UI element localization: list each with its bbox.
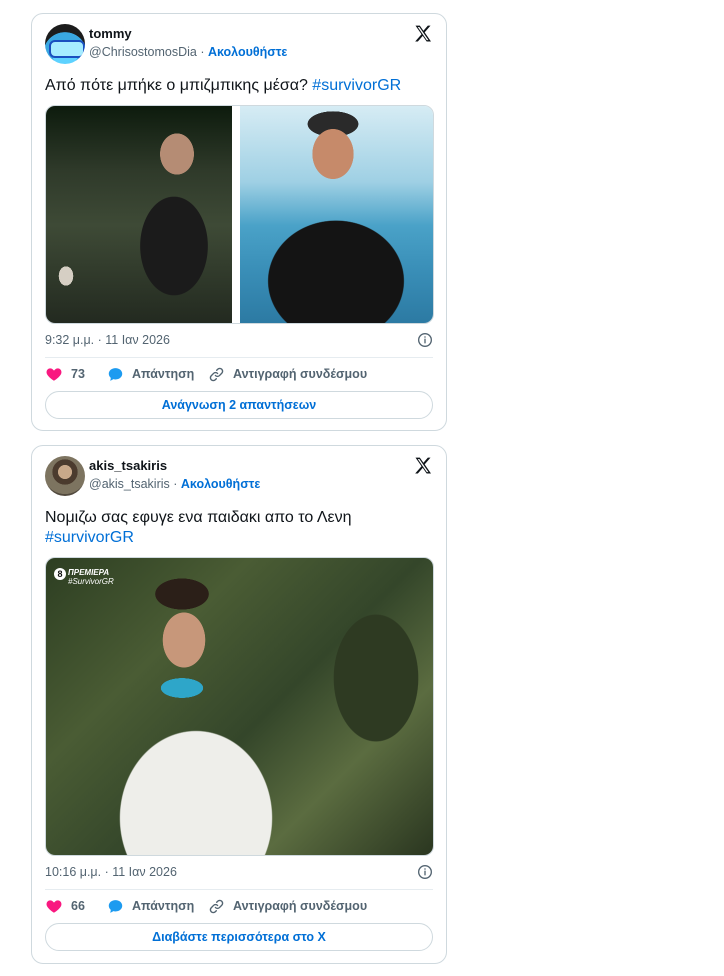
separator: · — [169, 477, 181, 491]
handle[interactable]: @akis_tsakiris — [89, 477, 170, 491]
handle-row: @akis_tsakiris · Ακολουθήστε — [89, 477, 260, 491]
divider — [45, 889, 433, 890]
info-icon[interactable] — [417, 332, 433, 348]
photo-portrait[interactable] — [240, 106, 433, 323]
action-bar: 73 Απάντηση Αντιγραφή συνδέσμου — [45, 364, 433, 384]
link-icon — [209, 367, 224, 381]
tweet-card: akis_tsakiris @akis_tsakiris · Ακολουθήσ… — [31, 445, 447, 964]
tweet-header: akis_tsakiris @akis_tsakiris · Ακολουθήσ… — [45, 456, 433, 498]
display-name[interactable]: tommy — [89, 26, 132, 41]
tweet-text: Νομιζω σας εφυγε ενα παιδακι απο το Λενη… — [45, 508, 433, 548]
photo-gap — [232, 106, 240, 323]
copy-link-label: Αντιγραφή συνδέσμου — [233, 899, 368, 913]
read-replies-button[interactable]: Ανάγνωση 2 απαντήσεων — [45, 391, 433, 419]
tweet-body: Νομιζω σας εφυγε ενα παιδακι απο το Λενη — [45, 509, 352, 526]
tweet-media[interactable] — [45, 105, 434, 324]
x-logo-icon[interactable] — [413, 24, 433, 44]
like-button[interactable]: 66 — [45, 896, 85, 916]
premiere-label: ΠΡΕΜΙΕΡΑ — [68, 568, 110, 577]
like-count: 73 — [71, 367, 85, 381]
hashtag-link[interactable]: #survivorGR — [312, 77, 401, 94]
cta-label: Διαβάστε περισσότερα στο X — [152, 930, 326, 944]
info-icon[interactable] — [417, 864, 433, 880]
channel-logo: 8 — [54, 568, 66, 580]
reply-label: Απάντηση — [132, 367, 195, 381]
like-count: 66 — [71, 899, 85, 913]
tweet-header: tommy @ChrisostomosDia · Ακολουθήστε — [45, 24, 433, 66]
timestamp[interactable]: 9:32 μ.μ. · 11 Ιαν 2026 — [45, 333, 170, 347]
reply-label: Απάντηση — [132, 899, 195, 913]
separator: · — [196, 45, 208, 59]
reply-button[interactable]: Απάντηση — [107, 896, 194, 916]
tweet-media[interactable]: 8 ΠΡΕΜΙΕΡΑ #SurvivorGR — [45, 557, 434, 856]
avatar[interactable] — [45, 24, 85, 64]
photo-contestant[interactable] — [46, 558, 433, 855]
link-icon — [209, 899, 224, 913]
reply-button[interactable]: Απάντηση — [107, 364, 194, 384]
premiere-tag: ΠΡΕΜΙΕΡΑ #SurvivorGR — [68, 568, 114, 586]
copy-link-label: Αντιγραφή συνδέσμου — [233, 367, 368, 381]
hashtag-link[interactable]: #survivorGR — [45, 528, 433, 548]
copy-link-button[interactable]: Αντιγραφή συνδέσμου — [208, 364, 367, 384]
tweet-card: tommy @ChrisostomosDia · Ακολουθήστε Από… — [31, 13, 447, 431]
copy-link-button[interactable]: Αντιγραφή συνδέσμου — [208, 896, 367, 916]
divider — [45, 357, 433, 358]
x-logo-icon[interactable] — [413, 456, 433, 476]
follow-link[interactable]: Ακολουθήστε — [181, 477, 260, 491]
premiere-hashtag: #SurvivorGR — [68, 577, 114, 586]
timestamp[interactable]: 10:16 μ.μ. · 11 Ιαν 2026 — [45, 865, 177, 879]
reply-bubble-icon — [108, 899, 123, 913]
action-bar: 66 Απάντηση Αντιγραφή συνδέσμου — [45, 896, 433, 916]
like-button[interactable]: 73 — [45, 364, 85, 384]
cta-label: Ανάγνωση 2 απαντήσεων — [161, 398, 317, 412]
reply-bubble-icon — [108, 367, 123, 381]
read-more-button[interactable]: Διαβάστε περισσότερα στο X — [45, 923, 433, 951]
avatar[interactable] — [45, 456, 85, 496]
tweet-text: Από πότε μπήκε ο μπιζμπικης μέσα? #survi… — [45, 76, 433, 96]
handle-row: @ChrisostomosDia · Ακολουθήστε — [89, 45, 287, 59]
display-name[interactable]: akis_tsakiris — [89, 458, 167, 473]
tweet-body: Από πότε μπήκε ο μπιζμπικης μέσα? — [45, 77, 313, 94]
heart-icon — [46, 368, 62, 381]
heart-icon — [46, 900, 62, 913]
follow-link[interactable]: Ακολουθήστε — [208, 45, 287, 59]
photo-crowd[interactable] — [46, 106, 232, 323]
handle[interactable]: @ChrisostomosDia — [89, 45, 197, 59]
